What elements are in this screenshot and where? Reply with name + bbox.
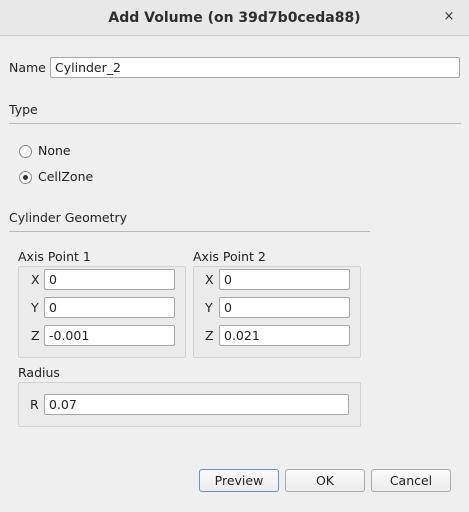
radio-cellzone[interactable] — [19, 171, 32, 184]
axis2-y-label: Y — [205, 300, 213, 315]
axis2-x-label: X — [205, 272, 214, 287]
type-divider — [9, 123, 461, 124]
axis2-x-input[interactable] — [219, 269, 350, 290]
axis2-z-label: Z — [205, 328, 214, 343]
radius-label: Radius — [18, 365, 60, 380]
axis1-x-input[interactable] — [44, 269, 175, 290]
axis2-y-input[interactable] — [219, 297, 350, 318]
axis2-z-input[interactable] — [219, 325, 350, 346]
radio-none-label[interactable]: None — [38, 143, 71, 158]
radio-none[interactable] — [19, 145, 32, 158]
geometry-heading: Cylinder Geometry — [9, 210, 128, 225]
dialog-title: Add Volume (on 39d7b0ceda88) — [108, 10, 361, 26]
axis-point-1-label: Axis Point 1 — [18, 249, 91, 264]
ok-button[interactable]: OK — [285, 469, 365, 492]
axis1-z-label: Z — [31, 328, 40, 343]
axis1-y-input[interactable] — [44, 297, 175, 318]
axis1-z-input[interactable] — [44, 325, 175, 346]
radio-cellzone-label[interactable]: CellZone — [38, 169, 93, 184]
radius-r-label: R — [30, 397, 39, 412]
axis-point-2-label: Axis Point 2 — [193, 249, 266, 264]
cancel-button[interactable]: Cancel — [371, 469, 451, 492]
type-heading: Type — [9, 102, 38, 117]
preview-button[interactable]: Preview — [199, 469, 279, 492]
geometry-divider — [9, 231, 370, 232]
radius-input[interactable] — [44, 394, 349, 415]
axis1-x-label: X — [31, 272, 40, 287]
title-bar: Add Volume (on 39d7b0ceda88) × — [0, 0, 469, 36]
close-icon[interactable]: × — [441, 9, 457, 25]
axis1-y-label: Y — [31, 300, 39, 315]
name-label: Name — [9, 60, 46, 75]
name-input[interactable] — [50, 57, 460, 78]
